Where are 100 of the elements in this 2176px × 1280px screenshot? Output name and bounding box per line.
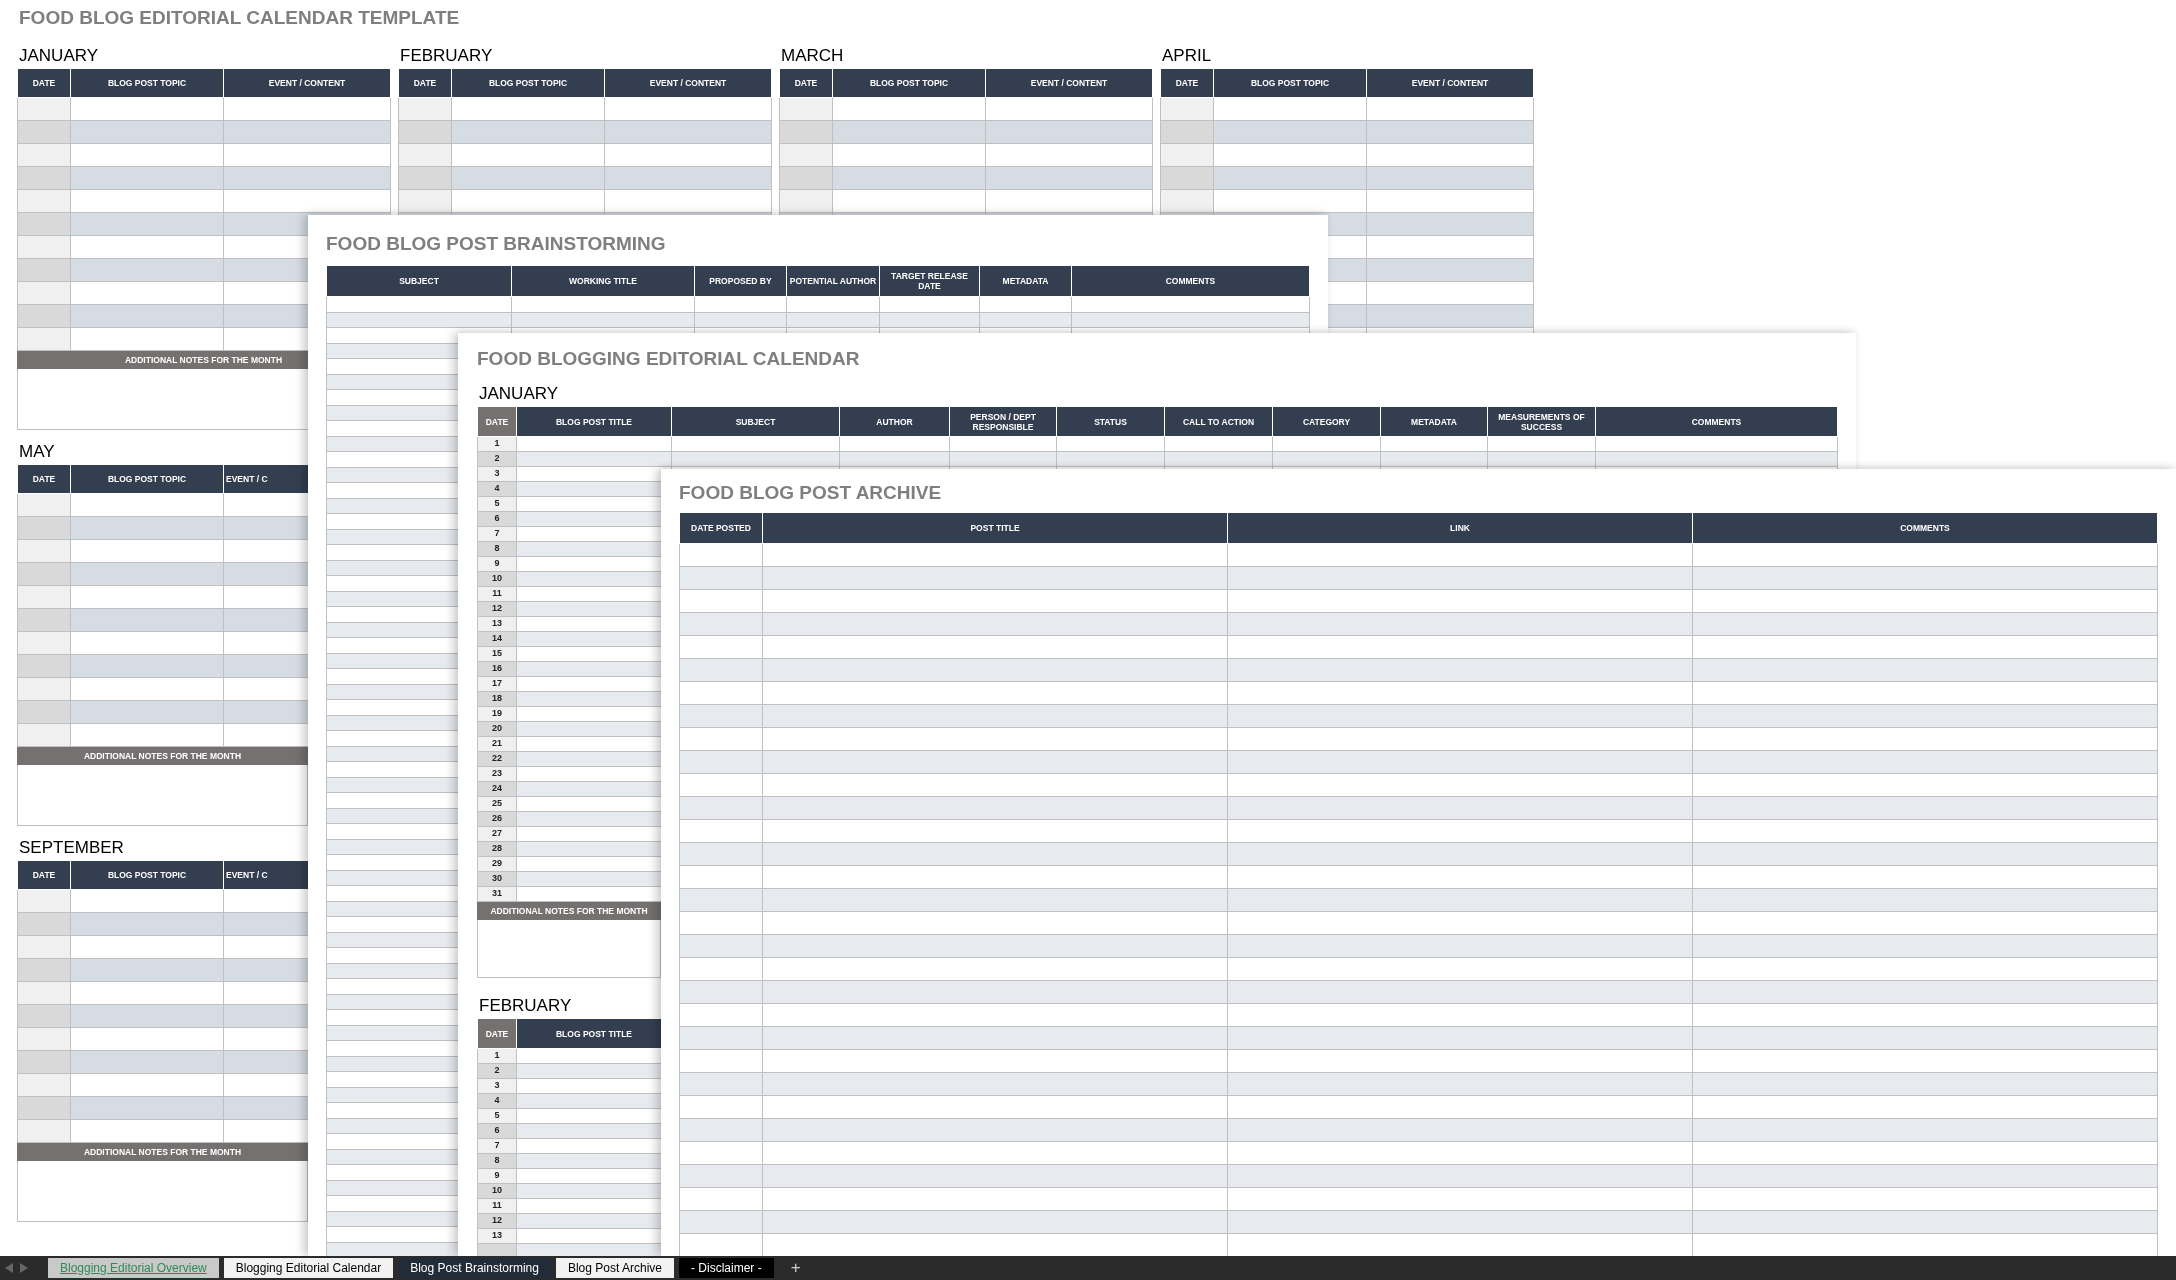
date-cell [17, 562, 71, 586]
column-header: EVENT / CONTENT [604, 68, 772, 98]
date-cell [779, 166, 833, 190]
column-header: BLOG POST TOPIC [70, 860, 224, 890]
column-header: DATE [17, 464, 71, 494]
date-cell [17, 889, 71, 913]
date-cell [779, 120, 833, 144]
date-cell [17, 631, 71, 655]
date-cell [17, 981, 71, 1005]
column-header: EVENT / CONTENT [223, 68, 391, 98]
date-cell [17, 539, 71, 563]
column-header: AUTHOR [839, 406, 950, 437]
date-cell [17, 327, 71, 351]
date-cell [1160, 143, 1214, 167]
column-header: COMMENTS [1595, 406, 1838, 437]
scroll-left-icon[interactable] [4, 1262, 14, 1274]
column-header: DATE [779, 68, 833, 98]
date-cell [17, 258, 71, 282]
column-header: EVENT / C [223, 464, 309, 494]
date-cell [17, 1119, 71, 1143]
date-cell [779, 97, 833, 121]
column-header: METADATA [979, 265, 1072, 297]
date-cell [1160, 189, 1214, 213]
date-cell [17, 281, 71, 305]
date-cell [17, 958, 71, 982]
month-label: FEBRUARY [400, 46, 493, 66]
date-cell [17, 585, 71, 609]
column-header: EVENT / CONTENT [985, 68, 1153, 98]
column-header: PERSON / DEPT RESPONSIBLE [949, 406, 1057, 437]
column-header: BLOG POST TOPIC [70, 464, 224, 494]
month-label: JANUARY [19, 46, 99, 66]
column-header: EVENT / C [223, 860, 309, 890]
column-header: DATE [477, 406, 517, 437]
date-cell [779, 189, 833, 213]
date-cell [17, 1050, 71, 1074]
date-cell [17, 1004, 71, 1028]
sheet-title: FOOD BLOG POST BRAINSTORMING [326, 232, 666, 256]
date-cell [17, 97, 71, 121]
sheet-title: FOOD BLOG POST ARCHIVE [679, 481, 942, 505]
column-header: SUBJECT [326, 265, 512, 297]
date-cell [17, 120, 71, 144]
date-cell [398, 120, 452, 144]
month-label: JANUARY [479, 384, 559, 404]
column-header: STATUS [1056, 406, 1165, 437]
column-header: DATE POSTED [679, 512, 763, 544]
column-header: PROPOSED BY [694, 265, 787, 297]
column-header: DATE [17, 860, 71, 890]
column-header: METADATA [1380, 406, 1488, 437]
column-header: DATE [17, 68, 71, 98]
add-sheet-button[interactable]: + [782, 1258, 809, 1278]
date-cell [17, 493, 71, 517]
date-cell [17, 143, 71, 167]
notes-header: ADDITIONAL NOTES FOR THE MONTH [477, 902, 661, 920]
column-header: DATE [1160, 68, 1214, 98]
sheet-tab[interactable]: Blog Post Archive [555, 1258, 674, 1278]
column-header: POST TITLE [762, 512, 1228, 544]
column-header: LINK [1227, 512, 1693, 544]
column-header: BLOG POST TOPIC [1213, 68, 1367, 98]
column-header: WORKING TITLE [511, 265, 695, 297]
column-header: CALL TO ACTION [1164, 406, 1273, 437]
date-cell [398, 97, 452, 121]
date-cell [17, 1027, 71, 1051]
date-cell [17, 608, 71, 632]
date-cell [398, 189, 452, 213]
month-label: FEBRUARY [479, 996, 572, 1016]
date-cell [398, 166, 452, 190]
column-header: COMMENTS [1071, 265, 1310, 297]
column-header: BLOG POST TOPIC [70, 68, 224, 98]
date-cell [17, 1073, 71, 1097]
column-header: CATEGORY [1272, 406, 1381, 437]
column-header: BLOG POST TITLE [516, 406, 672, 437]
month-label: SEPTEMBER [19, 838, 124, 858]
date-cell [1160, 120, 1214, 144]
date-cell [398, 143, 452, 167]
month-label: MAY [19, 442, 55, 462]
sheet-tab[interactable]: Blogging Editorial Calendar [223, 1258, 394, 1278]
column-header: COMMENTS [1692, 512, 2158, 544]
scroll-right-icon[interactable] [19, 1262, 29, 1274]
column-header: DATE [477, 1018, 517, 1049]
sheet-tab[interactable]: - Disclaimer - [679, 1258, 774, 1278]
date-cell [17, 700, 71, 724]
date-cell [17, 935, 71, 959]
column-header: BLOG POST TOPIC [832, 68, 986, 98]
column-header: EVENT / CONTENT [1366, 68, 1534, 98]
sheet-title: FOOD BLOG EDITORIAL CALENDAR TEMPLATE [19, 6, 460, 30]
date-cell [17, 189, 71, 213]
date-cell [17, 1096, 71, 1120]
column-header: MEASUREMENTS OF SUCCESS [1487, 406, 1596, 437]
sheet-tab[interactable]: Blog Post Brainstorming [398, 1258, 551, 1278]
date-cell [17, 235, 71, 259]
date-cell [17, 212, 71, 236]
date-cell [17, 677, 71, 701]
column-header: BLOG POST TOPIC [451, 68, 605, 98]
column-header: SUBJECT [671, 406, 840, 437]
notes-header: ADDITIONAL NOTES FOR THE MONTH [17, 747, 308, 765]
date-cell [17, 516, 71, 540]
month-label: APRIL [1162, 46, 1212, 66]
date-cell [17, 654, 71, 678]
sheet-title: FOOD BLOGGING EDITORIAL CALENDAR [477, 347, 860, 371]
notes-header: ADDITIONAL NOTES FOR THE MONTH [17, 1143, 308, 1161]
